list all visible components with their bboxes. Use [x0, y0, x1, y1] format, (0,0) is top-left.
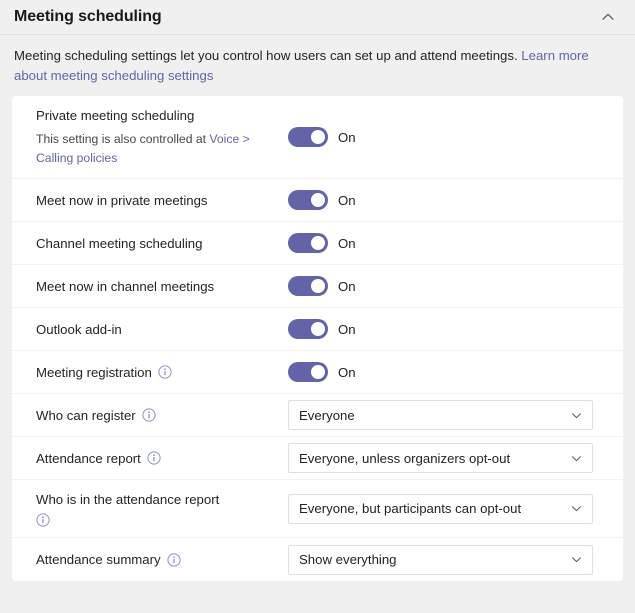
section-description: Meeting scheduling settings let you cont…: [0, 35, 635, 96]
setting-label: Who can register: [36, 406, 288, 425]
setting-control: On: [288, 127, 356, 147]
setting-row-who-can-register: Who can register Everyone: [12, 394, 623, 437]
setting-label-text: Attendance summary: [36, 550, 161, 569]
toggle-wrapper: On: [288, 276, 356, 296]
setting-label: Who is in the attendance report: [36, 490, 288, 527]
toggle-state-label: On: [338, 130, 356, 145]
setting-row-outlook-add-in: Outlook add-in On: [12, 308, 623, 351]
toggle-wrapper: On: [288, 233, 356, 253]
setting-label-text: Meet now in private meetings: [36, 191, 208, 210]
setting-row-attendance-report: Attendance report Everyone, unless organ…: [12, 437, 623, 480]
toggle-knob: [311, 236, 325, 250]
info-icon[interactable]: [158, 365, 172, 379]
setting-sublabel: This setting is also controlled at Voice…: [36, 130, 278, 168]
setting-label-text: Meeting registration: [36, 363, 152, 382]
info-icon[interactable]: [167, 553, 181, 567]
toggle-wrapper: On: [288, 319, 356, 339]
dropdown-value: Show everything: [299, 552, 397, 567]
chevron-down-icon: [570, 553, 583, 566]
setting-label: Outlook add-in: [36, 320, 288, 339]
dropdown-value: Everyone: [299, 408, 355, 423]
toggle-state-label: On: [338, 322, 356, 337]
setting-row-meet-now-private-meetings: Meet now in private meetings On: [12, 179, 623, 222]
toggle-state-label: On: [338, 365, 356, 380]
chevron-up-icon[interactable]: [595, 4, 621, 30]
description-text: Meeting scheduling settings let you cont…: [14, 48, 521, 63]
setting-row-meet-now-channel-meetings: Meet now in channel meetings On: [12, 265, 623, 308]
toggle-outlook-add-in[interactable]: [288, 319, 328, 339]
toggle-wrapper: On: [288, 362, 356, 382]
toggle-state-label: On: [338, 236, 356, 251]
toggle-channel-meeting-scheduling[interactable]: [288, 233, 328, 253]
page-title: Meeting scheduling: [14, 8, 162, 26]
toggle-knob: [311, 322, 325, 336]
setting-control: Everyone, unless organizers opt-out: [288, 443, 593, 473]
setting-label: Channel meeting scheduling: [36, 234, 288, 253]
dropdown-value: Everyone, but participants can opt-out: [299, 501, 521, 516]
toggle-private-meeting-scheduling[interactable]: [288, 127, 328, 147]
setting-label-text: Attendance report: [36, 449, 141, 468]
dropdown-value: Everyone, unless organizers opt-out: [299, 451, 510, 466]
toggle-wrapper: On: [288, 127, 356, 147]
setting-label: Meeting registration: [36, 363, 288, 382]
setting-label-text: Channel meeting scheduling: [36, 234, 202, 253]
setting-label: Attendance summary: [36, 550, 288, 569]
toggle-meet-now-private-meetings[interactable]: [288, 190, 328, 210]
meeting-scheduling-page: Meeting scheduling Meeting scheduling se…: [0, 0, 635, 613]
setting-row-meeting-registration: Meeting registration On: [12, 351, 623, 394]
chevron-down-icon: [570, 502, 583, 515]
toggle-knob: [311, 365, 325, 379]
chevron-down-icon: [570, 409, 583, 422]
setting-label: Meet now in private meetings: [36, 191, 288, 210]
setting-label-text: Meet now in channel meetings: [36, 277, 214, 296]
setting-control: Everyone: [288, 400, 593, 430]
setting-label-text: Who can register: [36, 406, 136, 425]
setting-control: On: [288, 233, 356, 253]
setting-row-private-meeting-scheduling: Private meeting scheduling This setting …: [12, 96, 623, 179]
section-header: Meeting scheduling: [0, 0, 635, 35]
setting-row-who-is-in-attendance-report: Who is in the attendance report Everyone…: [12, 480, 623, 538]
setting-label: Meet now in channel meetings: [36, 277, 288, 296]
setting-control: On: [288, 276, 356, 296]
setting-label-text: Who is in the attendance report: [36, 492, 219, 507]
setting-row-attendance-summary: Attendance summary Show everything: [12, 538, 623, 581]
toggle-knob: [311, 279, 325, 293]
dropdown-attendance-summary[interactable]: Show everything: [288, 545, 593, 575]
info-icon[interactable]: [147, 451, 161, 465]
settings-card: Private meeting scheduling This setting …: [12, 96, 623, 581]
chevron-down-icon: [570, 452, 583, 465]
setting-control: On: [288, 319, 356, 339]
toggle-knob: [311, 193, 325, 207]
setting-label: Private meeting scheduling This setting …: [36, 106, 288, 168]
toggle-knob: [311, 130, 325, 144]
toggle-state-label: On: [338, 193, 356, 208]
dropdown-attendance-report[interactable]: Everyone, unless organizers opt-out: [288, 443, 593, 473]
setting-control: On: [288, 190, 356, 210]
setting-control: Everyone, but participants can opt-out: [288, 494, 593, 524]
dropdown-who-is-in-attendance-report[interactable]: Everyone, but participants can opt-out: [288, 494, 593, 524]
setting-control: On: [288, 362, 356, 382]
setting-row-channel-meeting-scheduling: Channel meeting scheduling On: [12, 222, 623, 265]
dropdown-who-can-register[interactable]: Everyone: [288, 400, 593, 430]
setting-control: Show everything: [288, 545, 593, 575]
toggle-state-label: On: [338, 279, 356, 294]
toggle-wrapper: On: [288, 190, 356, 210]
toggle-meeting-registration[interactable]: [288, 362, 328, 382]
info-icon[interactable]: [36, 513, 50, 527]
info-icon[interactable]: [142, 408, 156, 422]
setting-sublabel-text: This setting is also controlled at: [36, 132, 209, 146]
setting-label-text: Outlook add-in: [36, 320, 122, 339]
toggle-meet-now-channel-meetings[interactable]: [288, 276, 328, 296]
setting-label-text: Private meeting scheduling: [36, 108, 194, 123]
setting-label: Attendance report: [36, 449, 288, 468]
